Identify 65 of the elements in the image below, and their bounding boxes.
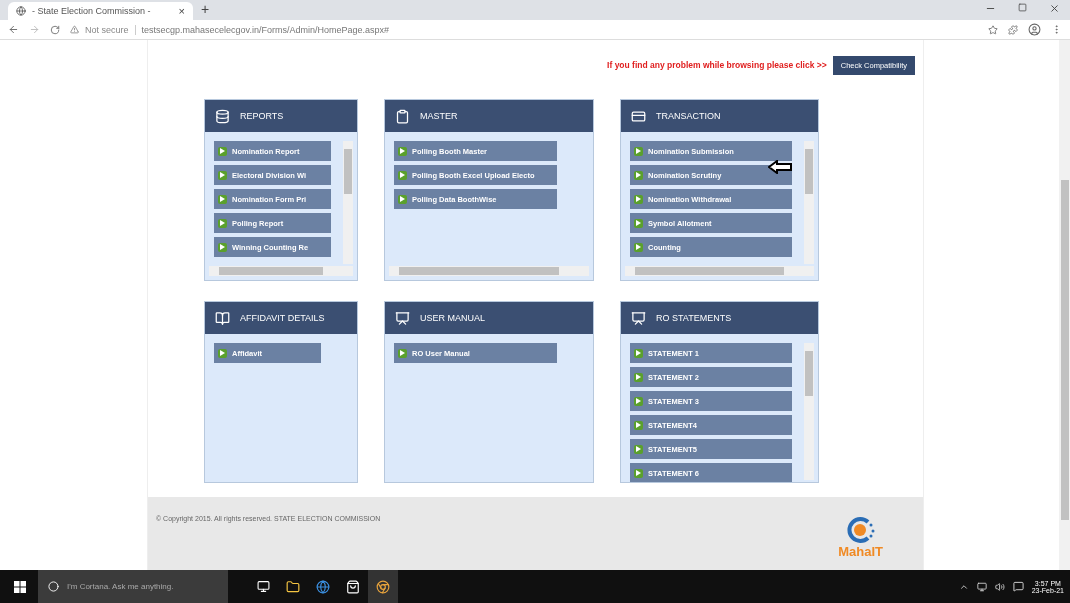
- logo-icon: [845, 515, 876, 545]
- vertical-scrollbar[interactable]: [804, 343, 814, 480]
- bullet-icon: [634, 348, 643, 358]
- left-arrow-icon: [768, 160, 792, 174]
- globe-icon: [16, 6, 26, 16]
- tab-title: - State Election Commission -: [32, 6, 152, 16]
- panel-title: REPORTS: [240, 111, 284, 121]
- close-icon[interactable]: [1049, 2, 1060, 14]
- bullet-icon: [634, 372, 643, 382]
- bullet-icon: [218, 170, 227, 180]
- bullet-icon: [634, 194, 643, 204]
- bullet-icon: [634, 468, 643, 478]
- presentation-icon: [395, 310, 410, 326]
- clipboard-icon: [395, 108, 410, 124]
- notice-text: If you find any problem while browsing please click >>: [607, 60, 827, 70]
- bullet-icon: [634, 420, 643, 430]
- puzzle-icon[interactable]: [1008, 24, 1018, 35]
- bullet-icon: [218, 146, 227, 156]
- presentation-icon: [631, 310, 646, 326]
- back-icon[interactable]: [8, 24, 19, 35]
- panel-title: USER MANUAL: [420, 313, 485, 323]
- star-icon[interactable]: [988, 24, 998, 35]
- logo-text: MahaIT: [838, 545, 883, 558]
- bullet-icon: [398, 170, 407, 180]
- horizontal-scrollbar[interactable]: [389, 266, 589, 276]
- horizontal-scrollbar[interactable]: [209, 266, 353, 276]
- cortana-icon: [48, 581, 59, 592]
- panel-title: MASTER: [420, 111, 458, 121]
- bullet-icon: [398, 146, 407, 156]
- search-field[interactable]: I'm Cortana. Ask me anything.: [38, 570, 228, 603]
- maximize-icon[interactable]: [1018, 2, 1027, 12]
- vertical-scrollbar[interactable]: [804, 141, 814, 264]
- horizontal-scrollbar[interactable]: [625, 266, 814, 276]
- browser-tab[interactable]: - State Election Commission - ×: [8, 2, 193, 20]
- windows-start-icon[interactable]: [14, 580, 26, 593]
- panel-title: TRANSACTION: [656, 111, 721, 121]
- reload-icon[interactable]: [50, 24, 60, 35]
- bullet-icon: [634, 444, 643, 454]
- bullet-icon: [634, 218, 643, 228]
- bullet-icon: [634, 170, 643, 180]
- chrome-icon[interactable]: [368, 570, 398, 603]
- profile-icon[interactable]: [1028, 23, 1041, 36]
- bullet-icon: [218, 242, 227, 252]
- url-field[interactable]: testsecgp.mahasecelecgov.in/Forms/Admin/HomePage.aspx#: [141, 24, 389, 35]
- panel-title: AFFIDAVIT DETAILS: [240, 313, 325, 323]
- bullet-icon: [398, 194, 407, 204]
- page-scrollbar[interactable]: [1059, 40, 1070, 570]
- database-icon: [215, 108, 230, 124]
- card-icon: [631, 108, 646, 124]
- bullet-icon: [634, 242, 643, 252]
- notification-icon[interactable]: [1012, 581, 1024, 592]
- bullet-icon: [218, 218, 227, 228]
- vertical-scrollbar[interactable]: [343, 141, 353, 264]
- bullet-icon: [398, 348, 407, 358]
- volume-icon[interactable]: [994, 581, 1005, 592]
- book-icon: [215, 310, 230, 326]
- bullet-icon: [634, 146, 643, 156]
- tab-close-button[interactable]: ×: [178, 5, 185, 17]
- warning-icon: [70, 25, 79, 34]
- bullet-icon: [634, 396, 643, 406]
- bullet-icon: [218, 194, 227, 204]
- bullet-icon: [218, 348, 227, 358]
- new-tab-button[interactable]: +: [201, 1, 210, 17]
- panel-title: RO STATEMENTS: [656, 313, 732, 323]
- security-label: Not secure: [85, 24, 136, 35]
